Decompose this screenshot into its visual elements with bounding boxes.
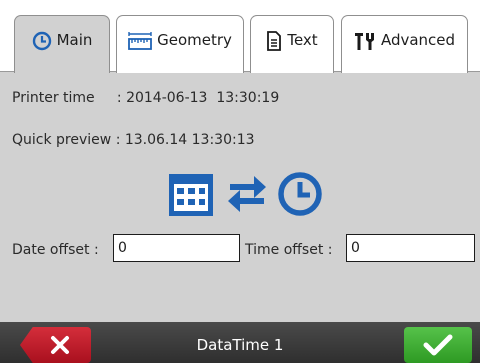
tab-text[interactable]: Text [250, 15, 334, 73]
quick-preview-value: : 13.06.14 13:30:13 [115, 132, 255, 148]
ruler-icon [128, 31, 152, 51]
tab-advanced[interactable]: Advanced [341, 15, 468, 73]
date-offset-label: Date offset : [12, 242, 99, 258]
printer-time-row: Printer time : 2014-06-13 13:30:19 [12, 90, 279, 106]
printer-time-label: Printer time [12, 90, 95, 106]
time-offset-input[interactable]: 0 [346, 234, 475, 262]
quick-preview-row: Quick preview : 13.06.14 13:30:13 [12, 132, 255, 148]
tab-text-label: Text [287, 31, 318, 49]
tab-bar: Main Geometry Text Advanced [0, 0, 480, 73]
tab-advanced-label: Advanced [380, 31, 456, 49]
tools-icon [354, 31, 376, 51]
tab-main-label: Main [56, 31, 93, 49]
time-offset-label: Time offset : [245, 242, 333, 258]
printer-time-value: : 2014-06-13 13:30:19 [116, 90, 280, 106]
date-offset-input[interactable]: 0 [113, 234, 240, 262]
document-icon [266, 31, 282, 51]
dialog-title: DataTime 1 [196, 336, 284, 354]
clock-large-icon [278, 172, 322, 216]
calendar-icon [169, 174, 213, 216]
tab-geometry[interactable]: Geometry [116, 15, 244, 73]
clock-icon [32, 31, 52, 51]
tab-main[interactable]: Main [14, 15, 110, 73]
swap-arrows-icon [228, 176, 266, 212]
quick-preview-label: Quick preview [12, 132, 112, 148]
tab-geometry-label: Geometry [157, 31, 232, 49]
